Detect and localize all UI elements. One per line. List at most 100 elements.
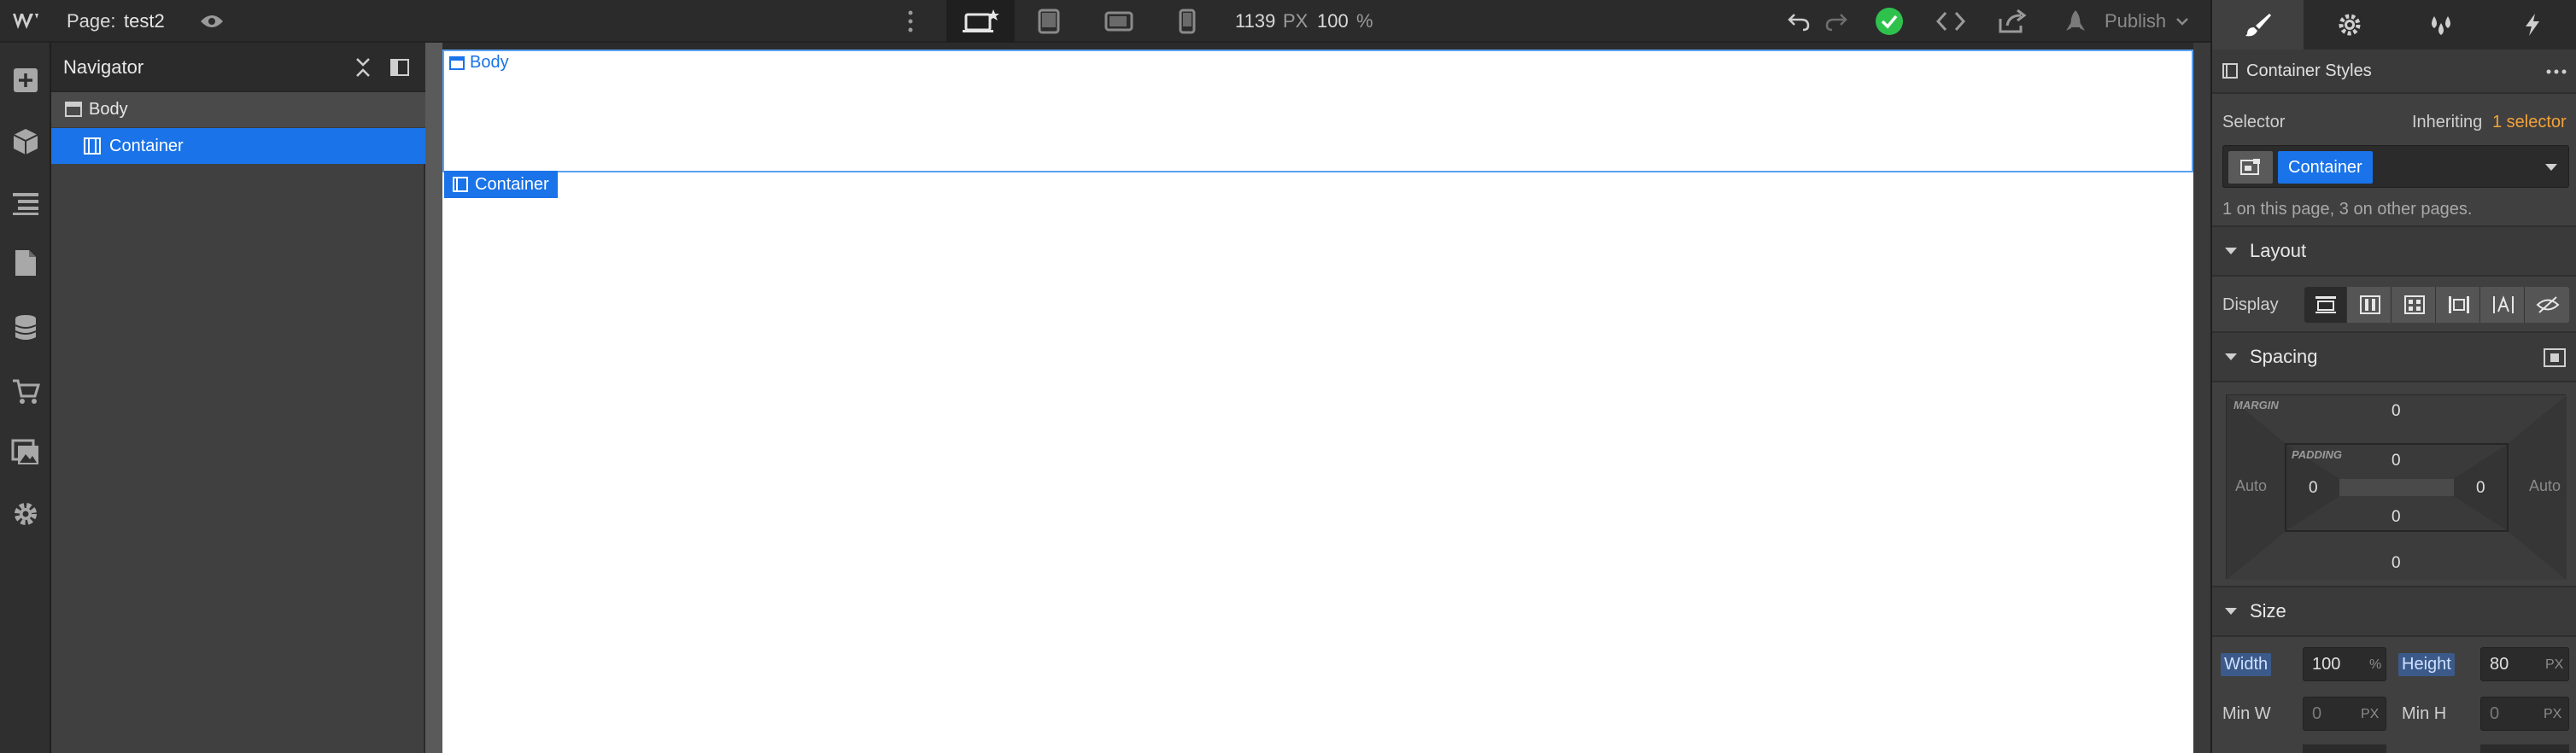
spacing-title: Spacing	[2250, 346, 2318, 367]
share-icon[interactable]	[1995, 7, 2029, 36]
more-horizontal-icon[interactable]	[2544, 61, 2569, 82]
publish-button[interactable]: Publish	[2105, 10, 2166, 32]
body-tag-icon	[449, 55, 465, 70]
display-label: Display	[2222, 295, 2279, 314]
padding-box: PADDING 0 0 0 0	[2285, 443, 2509, 532]
eye-icon[interactable]	[196, 9, 227, 34]
max-height-input[interactable]	[2480, 744, 2569, 753]
collapse-all-icon[interactable]	[350, 55, 376, 80]
style-header-title: Container Styles	[2246, 61, 2372, 80]
layout-title: Layout	[2250, 240, 2307, 261]
padding-label: PADDING	[2292, 448, 2342, 461]
min-width-unit[interactable]: PX	[2361, 707, 2379, 722]
selector-label: Selector	[2222, 113, 2286, 131]
navigator-item-body[interactable]: Body	[51, 92, 425, 128]
selector-field[interactable]: Container	[2222, 145, 2569, 188]
status-check-icon[interactable]	[1874, 7, 1905, 36]
more-vertical-icon[interactable]	[900, 5, 921, 38]
selector-settings-icon[interactable]	[2228, 151, 2273, 184]
page-name[interactable]: test2	[124, 10, 165, 32]
style-panel: Container Styles Selector Inheriting 1 s…	[2210, 0, 2576, 753]
tab-settings[interactable]	[2304, 0, 2395, 50]
tab-interactions[interactable]	[2486, 0, 2576, 50]
tab-style[interactable]	[2212, 0, 2304, 50]
layout-section-header[interactable]: Layout	[2212, 225, 2576, 277]
redo-icon[interactable]	[1823, 9, 1850, 34]
add-elements-icon[interactable]	[7, 61, 44, 99]
margin-top-value[interactable]: 0	[2392, 402, 2401, 421]
width-unit[interactable]: %	[2369, 657, 2381, 673]
canvas-scrollbar[interactable]	[2193, 43, 2210, 753]
min-height-label: Min H	[2402, 704, 2447, 723]
display-none-icon	[2536, 296, 2560, 313]
display-inline-icon	[2492, 295, 2514, 313]
panel-resize-handle[interactable]	[425, 43, 442, 753]
drops-icon	[2431, 16, 2450, 35]
height-unit[interactable]: PX	[2545, 657, 2563, 673]
max-width-input[interactable]	[2303, 744, 2386, 753]
min-height-unit[interactable]: PX	[2544, 707, 2561, 722]
caret-down-icon	[2225, 248, 2237, 254]
spacing-section-header[interactable]: Spacing	[2212, 331, 2576, 382]
container-tag[interactable]: Container	[444, 171, 558, 198]
rocket-icon[interactable]	[2060, 7, 2091, 36]
margin-label: MARGIN	[2234, 399, 2279, 412]
padding-top-value[interactable]: 0	[2392, 452, 2401, 470]
selector-dropdown-icon[interactable]	[2539, 156, 2563, 178]
size-section-header[interactable]: Size	[2212, 586, 2576, 637]
mobile-portrait-breakpoint-icon[interactable]	[1170, 5, 1204, 38]
canvas-width-value[interactable]: 1139	[1235, 10, 1275, 32]
display-flex-icon	[2359, 295, 2380, 314]
display-grid-icon	[2403, 295, 2425, 314]
display-inline-button[interactable]	[2482, 287, 2525, 323]
container-tag-label: Container	[475, 174, 549, 194]
style-header: Container Styles	[2212, 50, 2576, 94]
navigator-item-container[interactable]: Container	[51, 128, 425, 164]
tab-style-manager[interactable]	[2395, 0, 2486, 50]
display-block-button[interactable]	[2304, 287, 2347, 323]
inheriting-link[interactable]: 1 selector	[2492, 113, 2567, 132]
desktop-breakpoint-icon[interactable]	[946, 0, 1015, 43]
webflow-logo-icon[interactable]	[7, 5, 44, 38]
navigator-item-label: Container	[109, 136, 184, 155]
margin-left-value[interactable]: Auto	[2235, 477, 2267, 495]
zoom-value[interactable]: 100	[1317, 10, 1349, 32]
body-tag[interactable]: Body	[449, 53, 509, 73]
assets-images-icon[interactable]	[7, 434, 44, 471]
navigator-item-label: Body	[89, 100, 128, 119]
height-label: Height	[2398, 653, 2455, 676]
width-label: Width	[2221, 653, 2272, 676]
container-tag-icon	[453, 177, 468, 192]
caret-down-icon	[2225, 608, 2237, 615]
display-flex-button[interactable]	[2349, 287, 2392, 323]
selector-chip[interactable]: Container	[2278, 151, 2373, 184]
pin-panel-icon[interactable]	[386, 55, 413, 80]
code-export-icon[interactable]	[1934, 9, 1968, 34]
margin-bottom-value[interactable]: 0	[2392, 554, 2401, 573]
chevron-down-icon[interactable]	[2173, 12, 2192, 31]
pages-icon[interactable]	[7, 244, 44, 282]
spacing-lock-icon[interactable]	[2544, 348, 2566, 367]
mobile-landscape-breakpoint-icon[interactable]	[1093, 5, 1145, 38]
padding-bottom-value[interactable]: 0	[2392, 508, 2401, 527]
page-label: Page:	[67, 10, 116, 32]
settings-gear-icon[interactable]	[7, 495, 44, 533]
symbols-cube-icon[interactable]	[7, 123, 44, 161]
lightning-icon	[2525, 14, 2539, 36]
display-none-button[interactable]	[2526, 287, 2569, 323]
undo-icon[interactable]	[1785, 9, 1812, 34]
ecommerce-cart-icon[interactable]	[7, 372, 44, 410]
cms-database-icon[interactable]	[7, 309, 44, 347]
display-inline-block-button[interactable]	[2438, 287, 2480, 323]
min-width-value: 0	[2312, 703, 2322, 723]
container-element-icon	[2222, 63, 2238, 83]
display-grid-button[interactable]	[2393, 287, 2436, 323]
min-width-label: Min W	[2222, 704, 2271, 723]
navigator-icon[interactable]	[7, 184, 44, 222]
margin-right-value[interactable]: Auto	[2529, 477, 2561, 495]
canvas-width-unit: PX	[1283, 10, 1308, 32]
tablet-breakpoint-icon[interactable]	[1025, 5, 1073, 38]
design-canvas[interactable]: Body Container	[442, 50, 2193, 753]
padding-left-value[interactable]: 0	[2309, 479, 2318, 498]
padding-right-value[interactable]: 0	[2476, 479, 2485, 498]
